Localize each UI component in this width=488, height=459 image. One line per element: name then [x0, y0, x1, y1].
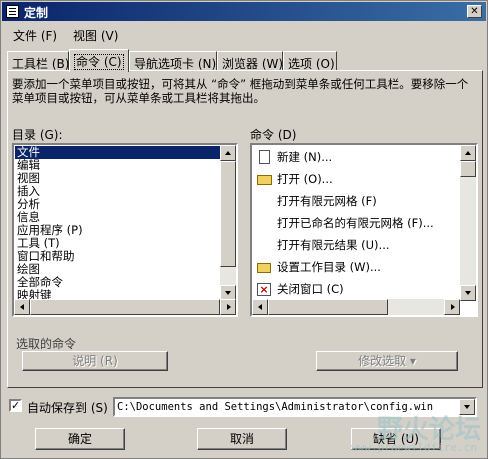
scroll-thumb-h[interactable] — [30, 299, 220, 315]
command-label: 打开有限元网格 (F) — [277, 194, 377, 208]
menu-view[interactable]: 视图 (V) — [73, 27, 118, 44]
category-item[interactable]: 视图 — [15, 172, 235, 185]
modify-selection-button[interactable]: 修改选取 ▾ — [316, 351, 458, 371]
command-label: 打开有限元结果 (U)... — [277, 238, 390, 252]
tab-commands[interactable]: 命令 (C) — [69, 49, 129, 72]
scroll-thumb[interactable] — [460, 161, 476, 177]
close-window-icon: × — [257, 283, 271, 296]
scroll-left-icon[interactable] — [14, 299, 30, 315]
categories-listbox[interactable]: 文件 编辑 视图 插入 分析 信息 应用程序 (P) 工具 (T) 窗口和帮助 绘图 全部命令 映射键… — [12, 143, 238, 317]
categories-vscroll[interactable] — [220, 145, 236, 301]
command-label: 设置工作目录 (W)... — [277, 260, 381, 274]
tab-browser[interactable]: 浏览器 (W) — [217, 51, 283, 71]
scroll-up-icon[interactable] — [460, 145, 476, 161]
autosave-checkbox[interactable]: ✓ — [9, 399, 22, 412]
title-bar[interactable]: 定制 ✕ — [2, 2, 486, 21]
customize-dialog: 定制 ✕ 文件 (F) 视图 (V) 工具栏 (B) 命令 (C) 导航选项卡 … — [0, 0, 488, 459]
scroll-up-icon[interactable] — [220, 145, 236, 161]
scroll-right-icon[interactable] — [220, 299, 236, 315]
commands-panel: 要添加一个菜单项目或按钮，可将其从 “命令” 框拖动到菜单条或任何工具栏。要移除… — [7, 70, 483, 388]
new-document-icon — [259, 150, 270, 164]
command-label: 打开 (O)... — [277, 172, 333, 186]
open-folder-icon — [257, 175, 272, 185]
scroll-left-icon[interactable] — [252, 299, 268, 315]
menu-file[interactable]: 文件 (F) — [13, 27, 57, 44]
tab-navigator[interactable]: 导航选项卡 (N) — [129, 51, 217, 71]
tab-toolbars[interactable]: 工具栏 (B) — [7, 51, 69, 71]
command-label: 新建 (N)... — [277, 150, 333, 164]
scroll-thumb[interactable] — [220, 161, 236, 267]
category-item[interactable]: 窗口和帮助 — [15, 250, 235, 263]
commands-label: 命令 (D) — [250, 128, 297, 142]
categories-hscroll[interactable] — [14, 299, 236, 315]
scroll-right-icon[interactable] — [444, 299, 460, 315]
tab-options[interactable]: 选项 (O) — [283, 51, 337, 71]
instructions-text: 要添加一个菜单项目或按钮，可将其从 “命令” 框拖动到菜单条或任何工具栏。要移除… — [12, 77, 469, 105]
close-icon[interactable]: ✕ — [467, 5, 482, 18]
scroll-down-icon[interactable] — [460, 285, 476, 301]
scroll-thumb-h[interactable] — [268, 299, 388, 315]
commands-vscroll[interactable] — [460, 145, 476, 301]
set-directory-icon — [257, 263, 271, 273]
commands-hscroll[interactable] — [252, 299, 460, 315]
category-item[interactable]: 编辑 — [15, 159, 235, 172]
ok-button[interactable]: 确定 — [35, 428, 125, 450]
window-title: 定制 — [24, 6, 49, 20]
command-label: 打开已命名的有限元网格 (F)... — [277, 216, 434, 230]
category-item[interactable]: 插入 — [15, 185, 235, 198]
command-label: 关闭窗口 (C) — [277, 282, 344, 296]
category-item[interactable]: 分析 — [15, 198, 235, 211]
watermark-url: www.proewildfire.cn — [351, 441, 477, 454]
commands-listbox[interactable]: 新建 (N)... 打开 (O)... 打开有限元网格 (F) 打开已命名的有限元网格… — [250, 143, 478, 317]
autosave-label: 自动保存到 (S) — [27, 401, 108, 415]
cancel-button[interactable]: 取消 — [197, 428, 287, 450]
category-item[interactable]: 文件 — [15, 146, 235, 159]
selected-command-label: 选取的命令 — [16, 337, 77, 351]
describe-button[interactable]: 说明 (R) — [22, 351, 168, 371]
tab-strip: 工具栏 (B) 命令 (C) 导航选项卡 (N) 浏览器 (W) 选项 (O) — [7, 49, 483, 72]
window-icon — [6, 5, 19, 18]
categories-label: 目录 (G): — [12, 128, 63, 142]
